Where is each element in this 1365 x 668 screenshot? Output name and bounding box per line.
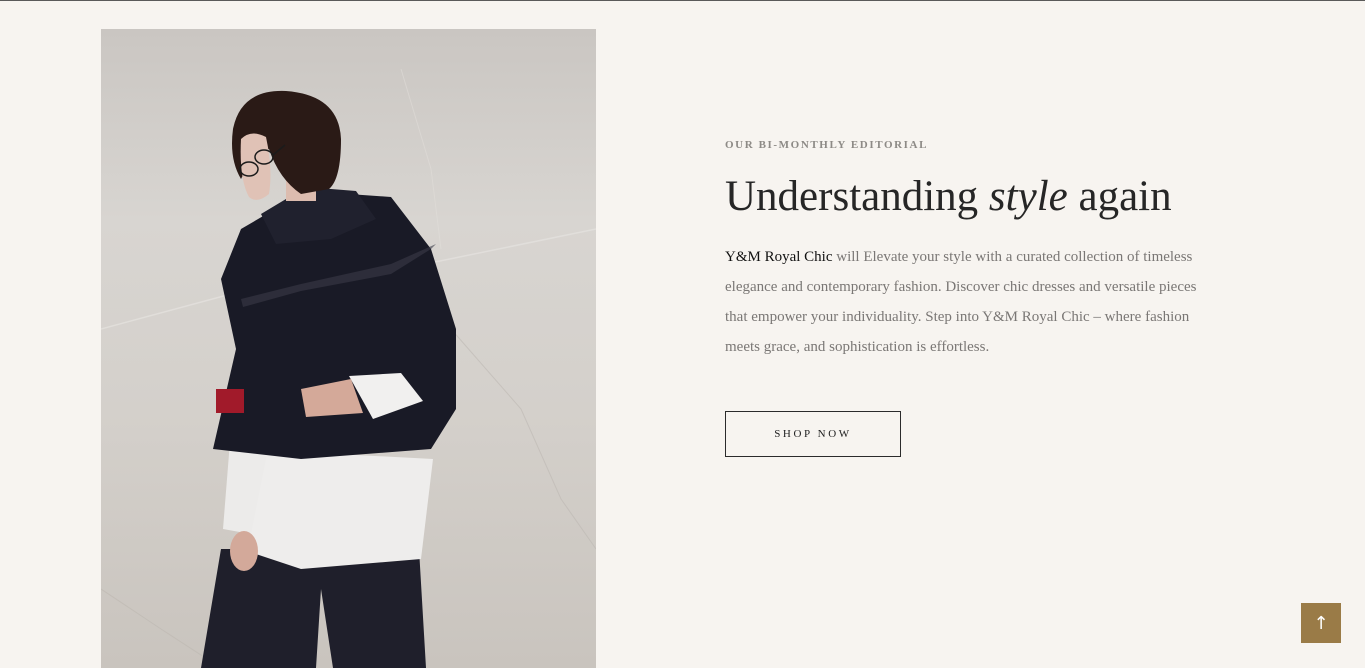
headline-text-italic: style [988, 173, 1068, 220]
arrow-up-icon: ↑ [1313, 612, 1329, 634]
scroll-to-top-button[interactable]: ↑ [1301, 603, 1341, 643]
brand-name: Y&M Royal Chic [725, 249, 833, 265]
top-divider [0, 0, 1365, 1]
editorial-photo [101, 29, 596, 668]
editorial-headline: Understanding style again [725, 172, 1225, 222]
headline-text-before: Understanding [725, 173, 989, 220]
editorial-description: Y&M Royal Chic will Elevate your style w… [725, 242, 1220, 362]
editorial-content: OUR BI-MONTHLY EDITORIAL Understanding s… [725, 138, 1225, 362]
shop-now-button[interactable]: SHOP NOW [725, 411, 901, 457]
headline-text-after: again [1067, 173, 1172, 220]
editorial-eyebrow: OUR BI-MONTHLY EDITORIAL [725, 139, 929, 151]
